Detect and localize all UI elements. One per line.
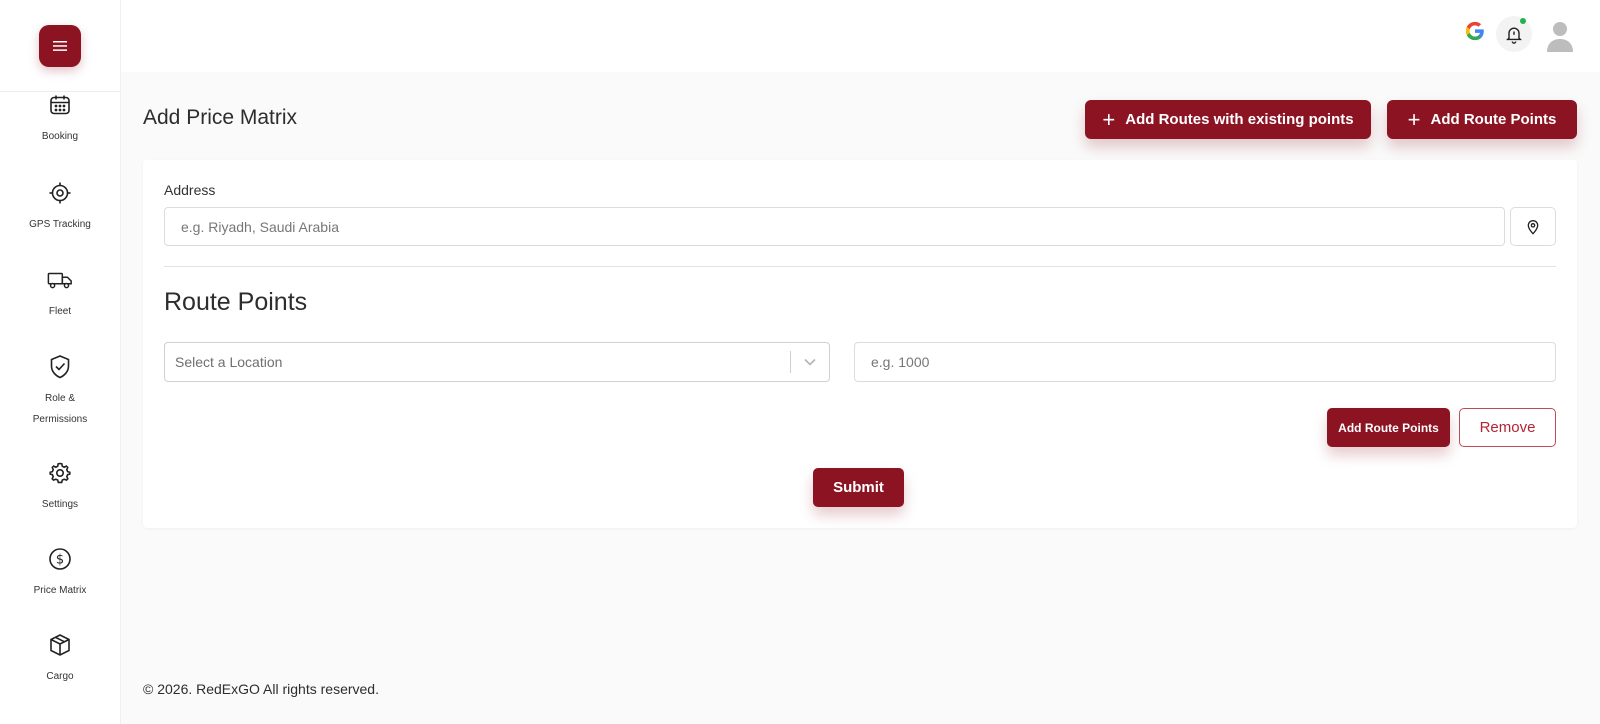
svg-text:$: $ (56, 553, 64, 568)
address-input[interactable] (164, 207, 1505, 246)
topbar-actions (1400, 14, 1600, 54)
page-title: Add Price Matrix (143, 106, 298, 129)
location-select-placeholder: Select a Location (175, 354, 283, 370)
sidebar-item-label: Price Matrix (33, 585, 87, 596)
sidebar-item-label: Fleet (48, 306, 72, 317)
notification-dot (1520, 18, 1526, 24)
menu-toggle-button[interactable] (39, 25, 81, 67)
sidebar-item-label-line2: Permissions (32, 414, 88, 425)
price-input[interactable] (854, 342, 1556, 382)
sidebar-item-gps-tracking[interactable]: GPS Tracking (0, 180, 120, 235)
sidebar-header (0, 0, 120, 92)
dollar-circle-icon: $ (47, 546, 73, 572)
submit-button[interactable]: Submit (813, 468, 904, 507)
sidebar-item-booking[interactable]: Booking (0, 92, 120, 147)
sidebar-item-settings[interactable]: Settings (0, 460, 120, 515)
sidebar-item-label: GPS Tracking (29, 219, 91, 230)
notifications-button[interactable] (1496, 16, 1532, 52)
price-matrix-form-card: Address Route Points Select a Location A… (143, 160, 1577, 528)
button-label: Add Routes with existing points (1125, 111, 1354, 128)
shield-check-icon (47, 354, 73, 380)
footer-copyright: © 2026. RedExGO All rights reserved. (143, 681, 379, 697)
target-icon (47, 180, 73, 206)
add-routes-existing-points-button[interactable]: + Add Routes with existing points (1085, 100, 1371, 139)
sidebar-item-fleet[interactable]: Fleet (0, 267, 120, 322)
calendar-icon (47, 92, 73, 118)
sidebar-item-cargo[interactable]: Cargo (0, 632, 120, 687)
sidebar-item-label: Settings (41, 499, 79, 510)
sidebar: Booking GPS Tracking Fleet Role & Permis… (0, 0, 121, 724)
route-points-title: Route Points (164, 288, 308, 316)
sidebar-item-label: Cargo (46, 671, 74, 682)
gear-icon (47, 460, 73, 486)
bell-icon (1506, 27, 1522, 44)
address-label: Address (164, 182, 216, 198)
sidebar-item-label-group: Role & Permissions (33, 388, 87, 430)
sidebar-item-label: Booking (41, 131, 79, 142)
box-icon (47, 632, 73, 658)
sidebar-item-price-matrix[interactable]: $ Price Matrix (0, 546, 120, 601)
sidebar-item-role-permissions[interactable]: Role & Permissions (0, 354, 120, 430)
button-label: Add Route Points (1430, 111, 1557, 128)
add-route-points-button[interactable]: Add Route Points (1327, 408, 1450, 447)
plus-icon: + (1102, 106, 1116, 132)
remove-button[interactable]: Remove (1459, 408, 1556, 447)
sidebar-item-label: Role & (44, 393, 75, 404)
topbar (121, 0, 1600, 72)
avatar[interactable] (1544, 18, 1576, 52)
truck-icon (47, 267, 73, 293)
plus-icon: + (1407, 106, 1421, 132)
add-route-points-header-button[interactable]: + Add Route Points (1387, 100, 1577, 139)
location-select[interactable]: Select a Location (164, 342, 830, 382)
map-pin-icon (1527, 219, 1539, 235)
chevron-down-icon (791, 357, 829, 367)
form-divider (164, 266, 1556, 267)
hamburger-icon (53, 41, 67, 51)
location-pin-button[interactable] (1510, 207, 1556, 246)
google-icon[interactable] (1464, 20, 1488, 44)
